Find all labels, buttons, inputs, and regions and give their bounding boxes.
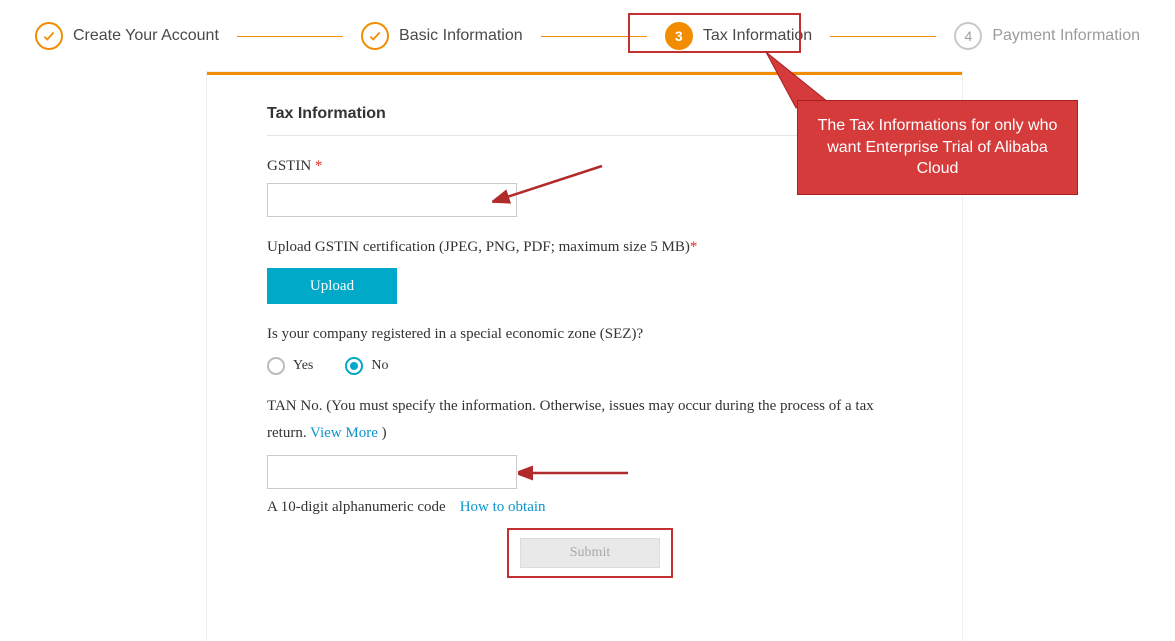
- how-to-obtain-link[interactable]: How to obtain: [460, 499, 546, 516]
- step-payment-info-label: Payment Information: [992, 27, 1140, 45]
- gstin-input[interactable]: [267, 183, 517, 217]
- sez-no-label: No: [371, 358, 388, 374]
- upload-button[interactable]: Upload: [267, 268, 397, 304]
- step-connector: [237, 36, 343, 37]
- sez-question: Is your company registered in a special …: [267, 326, 902, 343]
- step-basic-info: Basic Information: [361, 22, 523, 50]
- step-create-account-label: Create Your Account: [73, 27, 219, 45]
- step-basic-info-label: Basic Information: [399, 27, 523, 45]
- checkmark-icon: [361, 22, 389, 50]
- step-connector: [830, 36, 936, 37]
- checkmark-icon: [35, 22, 63, 50]
- step-tax-info-label: Tax Information: [703, 27, 812, 45]
- tan-label-text-2: ): [378, 425, 387, 441]
- annotation-callout: The Tax Informations for only who want E…: [797, 100, 1078, 195]
- sez-radio-group: Yes No: [267, 357, 902, 375]
- tan-view-more-link[interactable]: View More: [310, 425, 378, 441]
- upload-label-text: Upload GSTIN certification (JPEG, PNG, P…: [267, 239, 690, 255]
- step-connector: [541, 36, 647, 37]
- radio-icon: [345, 357, 363, 375]
- tan-input[interactable]: [267, 455, 517, 489]
- tan-helper-text: A 10-digit alphanumeric code: [267, 499, 446, 516]
- step-create-account: Create Your Account: [35, 22, 219, 50]
- tan-label: TAN No. (You must specify the informatio…: [267, 393, 902, 447]
- wizard-stepper: Create Your Account Basic Information 3 …: [0, 0, 1175, 50]
- radio-icon: [267, 357, 285, 375]
- gstin-label-text: GSTIN: [267, 158, 315, 174]
- annotation-highlight-box: Submit: [507, 528, 673, 578]
- upload-label: Upload GSTIN certification (JPEG, PNG, P…: [267, 239, 902, 256]
- submit-button[interactable]: Submit: [520, 538, 660, 568]
- sez-yes-label: Yes: [293, 358, 313, 374]
- step-number-icon: 3: [665, 22, 693, 50]
- step-payment-info: 4 Payment Information: [954, 22, 1140, 50]
- required-asterisk: *: [690, 239, 698, 255]
- required-asterisk: *: [315, 158, 323, 174]
- step-number-icon: 4: [954, 22, 982, 50]
- callout-text: The Tax Informations for only who want E…: [818, 117, 1058, 177]
- tan-helper-row: A 10-digit alphanumeric code How to obta…: [267, 499, 902, 516]
- step-tax-info: 3 Tax Information: [665, 22, 812, 50]
- sez-no-option[interactable]: No: [345, 357, 388, 375]
- sez-yes-option[interactable]: Yes: [267, 357, 313, 375]
